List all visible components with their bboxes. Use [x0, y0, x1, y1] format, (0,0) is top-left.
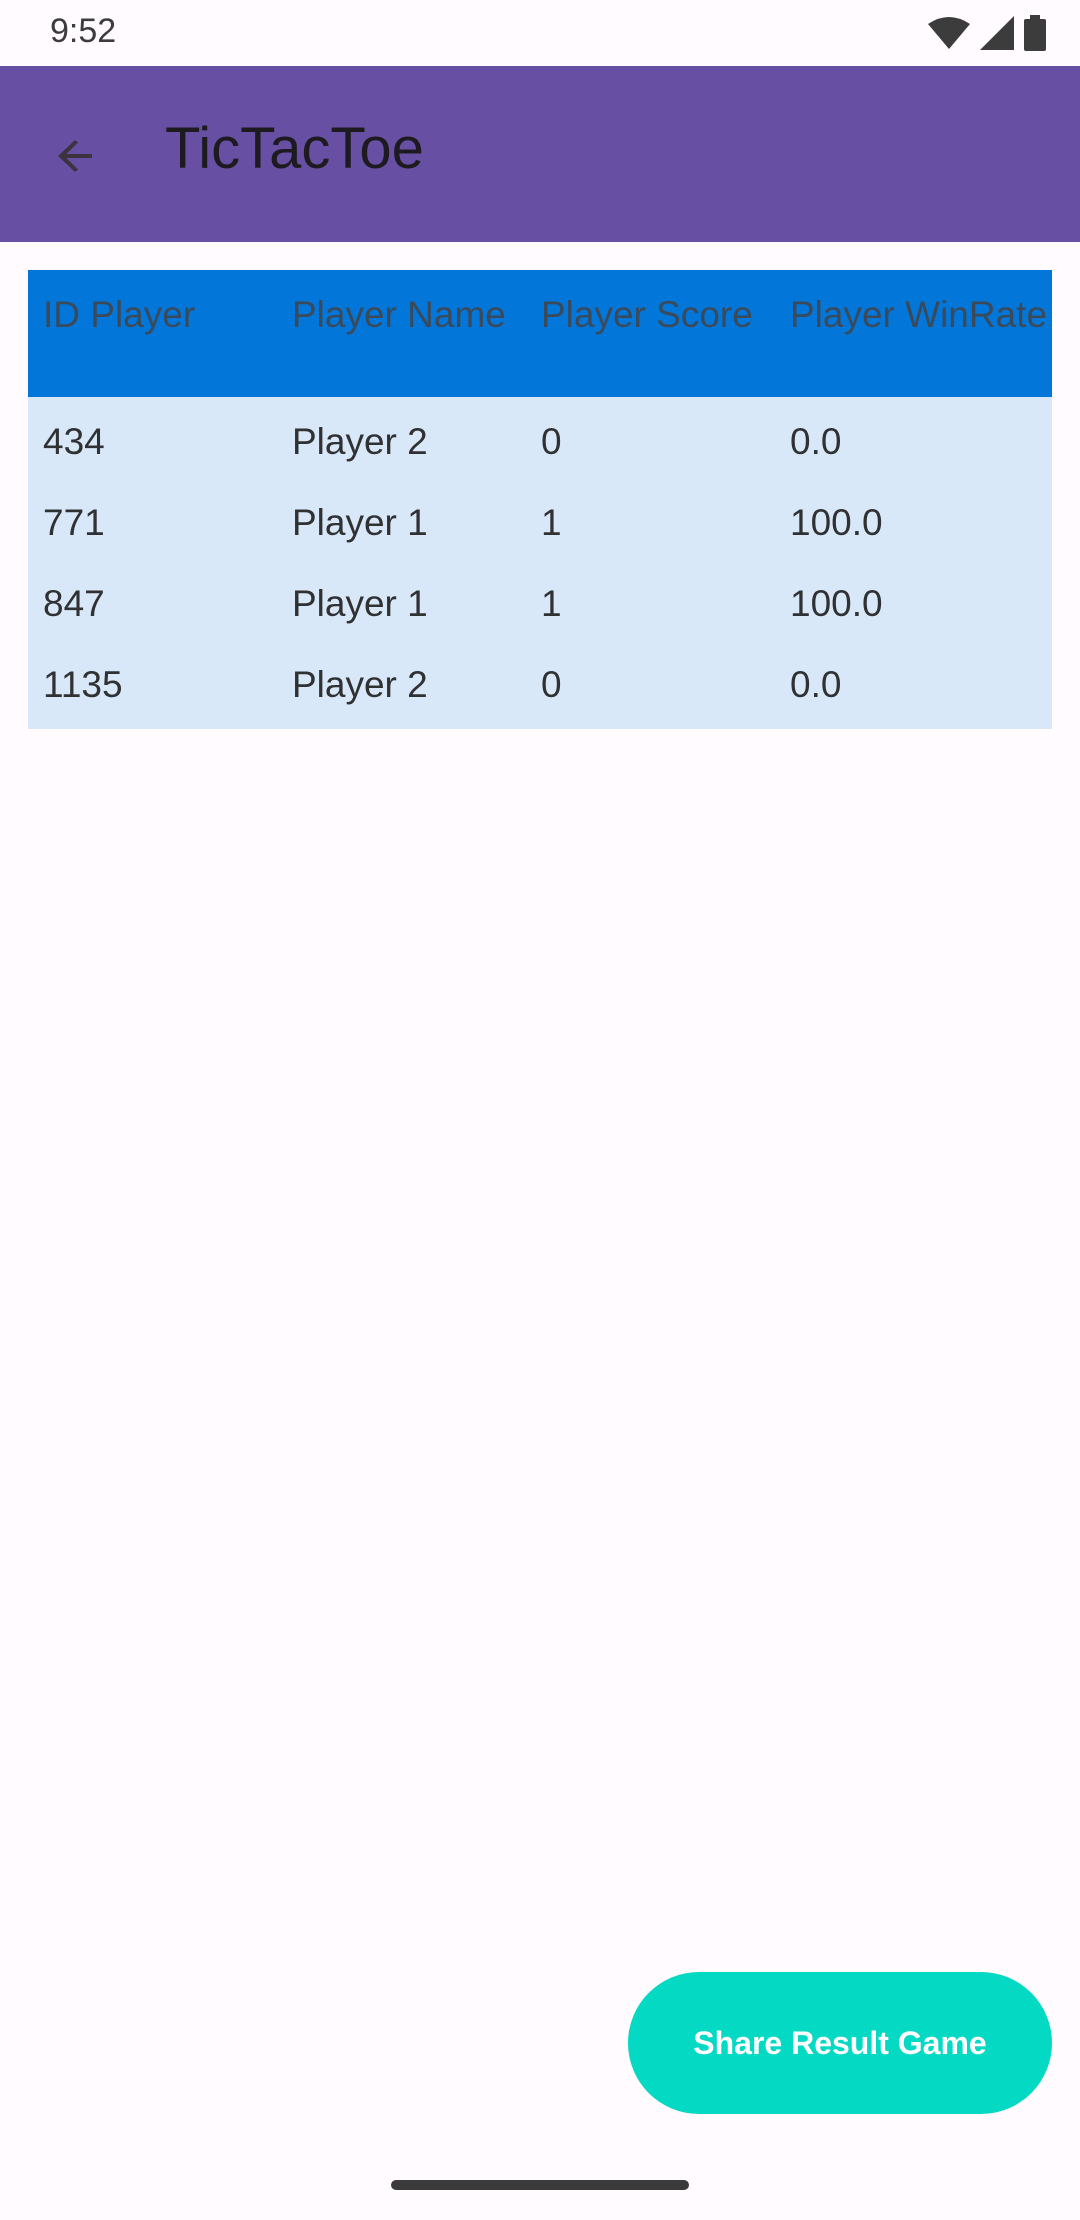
arrow-back-icon	[58, 140, 92, 172]
share-result-button[interactable]: Share Result Game	[628, 1972, 1052, 2114]
cell-name: Player 1	[292, 582, 428, 624]
app-bar: TicTacToe	[0, 66, 1080, 242]
back-button[interactable]	[36, 116, 116, 196]
status-bar: 9:52	[0, 0, 1080, 66]
cell-winrate: 0.0	[790, 663, 842, 705]
cell-score: 1	[541, 582, 562, 624]
player-table: ID Player Player Name Player Score Playe…	[28, 270, 1052, 729]
table-body: 434 Player 2 0 0.0 771 Player 1 1 100.0 …	[28, 397, 1052, 729]
cell-score: 0	[541, 420, 562, 462]
table-row: 771 Player 1 1 100.0	[28, 482, 1052, 563]
column-header-name: Player Name	[292, 294, 506, 335]
cell-score: 1	[541, 501, 562, 543]
battery-icon	[1024, 15, 1046, 51]
cell-name: Player 2	[292, 420, 428, 462]
wifi-icon	[928, 17, 970, 49]
cell-winrate: 100.0	[790, 501, 883, 543]
status-icons	[928, 14, 1046, 52]
cell-winrate: 100.0	[790, 582, 883, 624]
cell-id: 847	[43, 582, 105, 624]
status-time: 9:52	[50, 12, 117, 50]
signal-icon	[980, 16, 1014, 50]
cell-id: 1135	[43, 663, 123, 705]
column-header-id: ID Player	[43, 294, 196, 335]
cell-name: Player 2	[292, 663, 428, 705]
cell-name: Player 1	[292, 501, 428, 543]
table-row: 434 Player 2 0 0.0	[28, 401, 1052, 482]
column-header-score: Player Score	[541, 294, 753, 335]
cell-id: 434	[43, 420, 105, 462]
table-row: 1135 Player 2 0 0.0	[28, 644, 1052, 725]
cell-winrate: 0.0	[790, 420, 842, 462]
cell-score: 0	[541, 663, 562, 705]
table-header: ID Player Player Name Player Score Playe…	[28, 270, 1052, 397]
column-header-winrate: Player WinRate	[790, 294, 1048, 335]
home-indicator[interactable]	[391, 2180, 689, 2190]
cell-id: 771	[43, 501, 105, 543]
table-row: 847 Player 1 1 100.0	[28, 563, 1052, 644]
page-title: TicTacToe	[165, 116, 424, 181]
